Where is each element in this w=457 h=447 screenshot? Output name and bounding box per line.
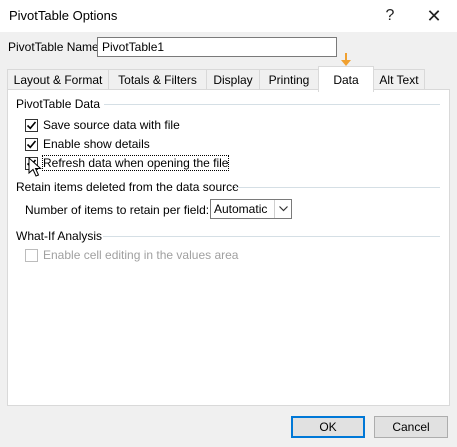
arrow-down-icon [341, 53, 351, 66]
ok-button[interactable]: OK [291, 416, 365, 438]
pivottable-data-heading: PivotTable Data [16, 97, 101, 111]
mouse-cursor-icon [28, 157, 42, 177]
enable-cell-editing-checkbox[interactable] [25, 249, 38, 262]
retain-items-select[interactable]: Automatic [210, 199, 292, 219]
tab-totals-filters[interactable]: Totals & Filters [108, 69, 207, 89]
pivottable-name-label-text: PivotTable Name: [8, 40, 103, 54]
cancel-button[interactable]: Cancel [374, 416, 448, 438]
enable-show-details-checkbox[interactable] [25, 138, 38, 151]
refresh-data-label: Refresh data when opening the file [41, 155, 230, 171]
chevron-down-icon[interactable] [274, 200, 291, 218]
tab-layout-format[interactable]: Layout & Format [7, 69, 109, 89]
tab-printing[interactable]: Printing [259, 69, 319, 89]
tab-alt-text[interactable]: Alt Text [373, 69, 425, 89]
pivottable-name-input[interactable]: PivotTable1 [97, 37, 337, 57]
tab-label: Alt Text [379, 72, 419, 87]
tab-data[interactable]: Data [318, 66, 374, 92]
check-icon [26, 140, 37, 149]
close-button[interactable]: ✕ [414, 2, 454, 30]
tab-label: Totals & Filters [118, 72, 197, 87]
separator [235, 187, 440, 188]
enable-show-details-label: Enable show details [43, 137, 150, 151]
pivottable-name-value: PivotTable1 [102, 40, 165, 54]
tab-label: Data [333, 72, 359, 87]
what-if-heading: What-If Analysis [16, 229, 103, 243]
save-source-data-checkbox[interactable] [25, 119, 38, 132]
check-icon [26, 121, 37, 130]
retain-items-heading: Retain items deleted from the data sourc… [16, 180, 239, 194]
retain-items-value: Automatic [214, 202, 268, 216]
window-title: PivotTable Options [9, 8, 118, 23]
help-button[interactable]: ? [370, 2, 410, 30]
tab-label: Printing [268, 72, 310, 87]
tab-label: Layout & Format [13, 72, 103, 87]
retain-items-label: Number of items to retain per field: [25, 203, 210, 217]
save-source-data-label: Save source data with file [43, 118, 180, 132]
separator [104, 104, 440, 105]
tab-label: Display [213, 72, 253, 87]
separator [103, 236, 440, 237]
enable-cell-editing-label: Enable cell editing in the values area [43, 248, 239, 262]
pivottable-name-label: PivotTable Name: [8, 40, 102, 54]
tab-display[interactable]: Display [206, 69, 260, 89]
